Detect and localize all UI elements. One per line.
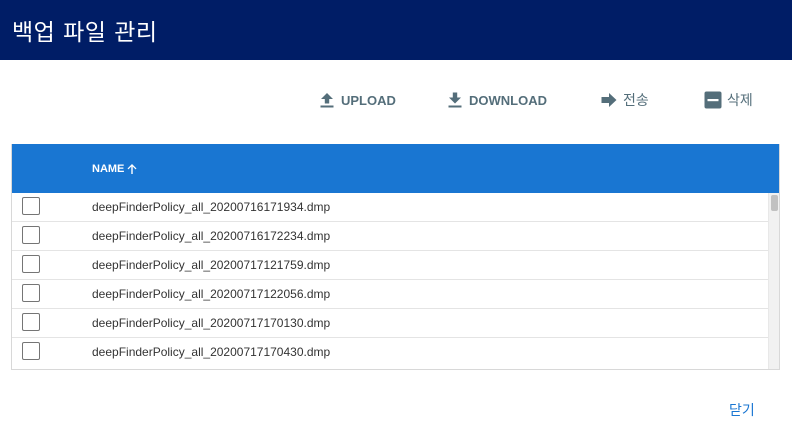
table-row[interactable]: deepFinderPolicy_all_20200716172234.dmp — [12, 222, 770, 251]
column-header-name-label: NAME — [92, 162, 125, 175]
row-checkbox[interactable] — [22, 313, 40, 331]
file-name: deepFinderPolicy_all_20200716172234.dmp — [92, 229, 331, 243]
dialog-header: 백업 파일 관리 — [0, 0, 792, 60]
upload-label: UPLOAD — [341, 92, 396, 108]
file-name: deepFinderPolicy_all_20200717170130.dmp — [92, 316, 331, 330]
sort-ascending-icon — [127, 163, 137, 174]
delete-label: 삭제 — [727, 93, 753, 109]
send-button[interactable]: 전송 — [600, 85, 649, 115]
row-checkbox[interactable] — [22, 255, 40, 273]
upload-icon — [320, 93, 334, 108]
backup-file-dialog: 백업 파일 관리 UPLOAD DOWNLOAD 전송 삭제 NAME deep… — [0, 0, 792, 433]
download-button[interactable]: DOWNLOAD — [446, 85, 547, 115]
scrollbar-thumb[interactable] — [771, 195, 778, 211]
row-checkbox[interactable] — [22, 226, 40, 244]
table-row[interactable]: deepFinderPolicy_all_20200716171934.dmp — [12, 193, 770, 222]
file-name: deepFinderPolicy_all_20200717170430.dmp — [92, 345, 331, 359]
send-label: 전송 — [623, 93, 649, 109]
file-name: deepFinderPolicy_all_20200717122056.dmp — [92, 287, 331, 301]
row-checkbox[interactable] — [22, 284, 40, 302]
arrow-right-icon — [601, 93, 617, 107]
row-checkbox[interactable] — [22, 342, 40, 360]
delete-button[interactable]: 삭제 — [704, 85, 753, 115]
upload-button[interactable]: UPLOAD — [318, 85, 396, 115]
file-table: NAME deepFinderPolicy_all_20200716171934… — [11, 144, 780, 370]
row-checkbox[interactable] — [22, 197, 40, 215]
column-header-name[interactable]: NAME — [92, 144, 138, 193]
minus-box-icon — [704, 91, 722, 109]
close-button[interactable]: 닫기 — [729, 400, 755, 420]
table-row[interactable]: deepFinderPolicy_all_20200717122056.dmp — [12, 280, 770, 309]
table-row[interactable]: deepFinderPolicy_all_20200717170430.dmp — [12, 338, 770, 367]
file-name: deepFinderPolicy_all_20200716171934.dmp — [92, 200, 331, 214]
dialog-title: 백업 파일 관리 — [12, 20, 158, 46]
toolbar: UPLOAD DOWNLOAD 전송 삭제 — [0, 85, 792, 115]
vertical-scrollbar[interactable] — [768, 193, 779, 369]
table-row[interactable]: deepFinderPolicy_all_20200717121759.dmp — [12, 251, 770, 280]
table-header: NAME — [12, 144, 779, 193]
table-body: deepFinderPolicy_all_20200716171934.dmp … — [12, 193, 770, 367]
file-name: deepFinderPolicy_all_20200717121759.dmp — [92, 258, 331, 272]
download-label: DOWNLOAD — [469, 92, 547, 108]
table-row[interactable]: deepFinderPolicy_all_20200717170130.dmp — [12, 309, 770, 338]
download-icon — [448, 92, 462, 108]
